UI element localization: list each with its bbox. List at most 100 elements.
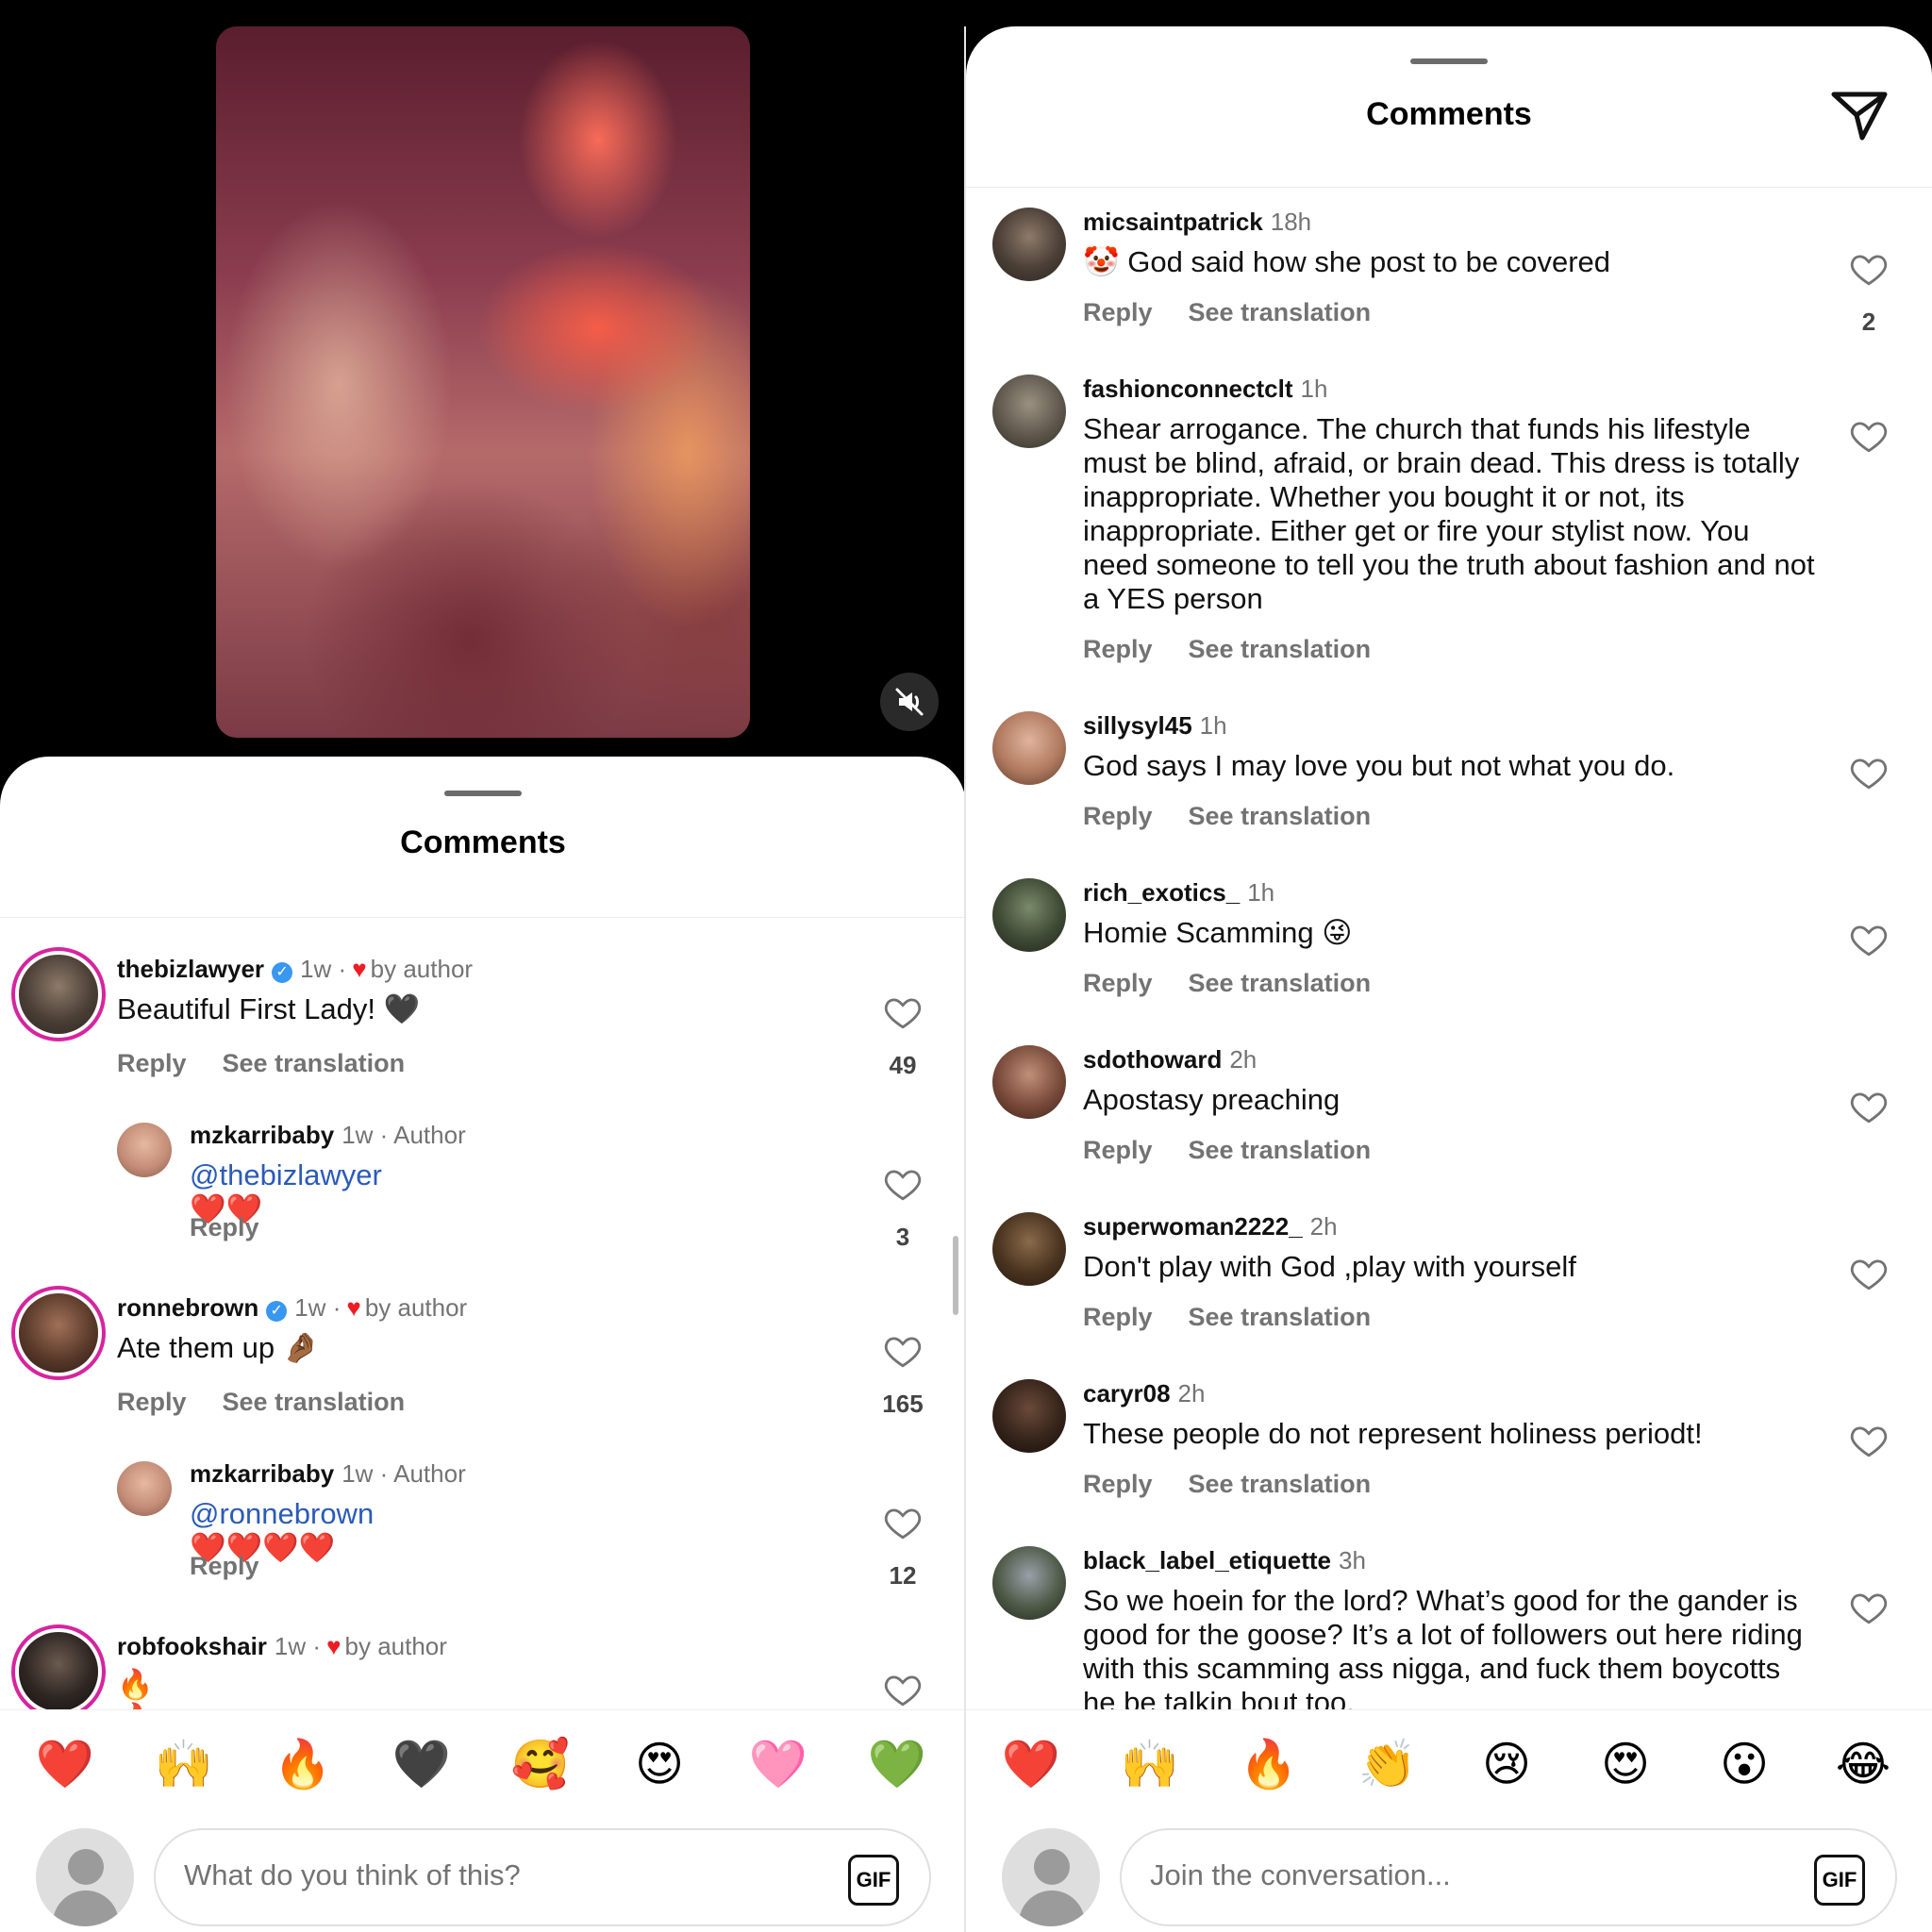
like-count: 165: [882, 1390, 924, 1418]
comment-composer-right: Join the conversation... GIF: [966, 1824, 1932, 1932]
timestamp: 1w: [294, 1293, 326, 1322]
verified-badge-icon: ✓: [272, 962, 293, 983]
username[interactable]: mzkarribaby: [190, 1121, 334, 1149]
emoji-button[interactable]: 🔥: [1238, 1733, 1300, 1795]
person-icon-body: [1019, 1890, 1085, 1926]
timestamp: 3h: [1339, 1546, 1366, 1574]
comment-actions: Reply: [190, 1213, 259, 1242]
reply-button[interactable]: Reply: [190, 1552, 259, 1580]
reply-button[interactable]: Reply: [117, 1049, 187, 1077]
liked-by-author: by author: [370, 955, 474, 983]
gif-button[interactable]: GIF: [848, 1855, 899, 1906]
heart-outline-icon[interactable]: [882, 1164, 924, 1204]
emoji-button[interactable]: ❤️: [1000, 1733, 1062, 1795]
person-icon-head: [1034, 1849, 1070, 1885]
drag-handle[interactable]: [444, 791, 522, 796]
author-tag: · Author: [379, 1459, 466, 1488]
author-heart-icon: ♥: [346, 1293, 361, 1322]
scrollbar[interactable]: [953, 1236, 958, 1315]
emoji-button[interactable]: 🔥: [272, 1733, 334, 1795]
emoji-bar-left: ❤️ 🙌 🔥 🖤 🥰 😍 🩷 💚: [0, 1709, 964, 1822]
avatar[interactable]: [19, 1632, 98, 1711]
emoji-bar-right: ❤️ 🙌 🔥 👏 😢 😍 😮 😂: [966, 1709, 1932, 1822]
input-placeholder: Join the conversation...: [1150, 1858, 1451, 1891]
liked-by-author: by author: [344, 1632, 447, 1660]
emoji-button[interactable]: 😢: [1475, 1733, 1538, 1795]
comment-text: Ate them up 🤌🏾: [117, 1331, 320, 1364]
person-icon-head: [68, 1849, 104, 1885]
comment-input[interactable]: What do you think of this? GIF: [154, 1828, 931, 1926]
avatar[interactable]: [19, 955, 98, 1034]
comment-header: mzkarribaby 1w · Author: [190, 1459, 466, 1489]
panel-divider: [964, 26, 966, 1932]
timestamp: 1w: [341, 1121, 374, 1149]
like-count: 12: [889, 1561, 917, 1590]
emoji-button[interactable]: 😍: [1594, 1733, 1657, 1795]
separator: ·: [338, 955, 347, 983]
comment-header: ronnebrown ✓ 1w · ♥ by author: [117, 1293, 467, 1323]
comment-input[interactable]: Join the conversation... GIF: [1120, 1828, 1897, 1926]
liked-by-author: by author: [364, 1293, 468, 1322]
heart-outline-icon[interactable]: [882, 1503, 924, 1542]
emoji-button[interactable]: 👏: [1357, 1733, 1419, 1795]
emoji-button[interactable]: 🩷: [747, 1733, 809, 1795]
mention-link[interactable]: @ronnebrown: [190, 1497, 374, 1530]
emoji-button[interactable]: 💚: [866, 1733, 928, 1795]
see-translation-button[interactable]: See translation: [223, 1388, 406, 1416]
emoji-button[interactable]: 🙌: [1119, 1733, 1181, 1795]
emoji-button[interactable]: 😍: [628, 1733, 691, 1795]
comment-text: So we hoein for the lord? What’s good fo…: [1083, 1584, 1803, 1709]
emoji-button[interactable]: 🙌: [153, 1733, 215, 1795]
comment-text: Beautiful First Lady! 🖤: [117, 992, 421, 1025]
username[interactable]: mzkarribaby: [190, 1459, 334, 1488]
see-translation-button[interactable]: See translation: [223, 1049, 406, 1077]
like-count: 49: [889, 1051, 917, 1079]
speaker-muted-icon: [895, 688, 924, 716]
emoji-button[interactable]: ❤️: [34, 1733, 96, 1795]
mention-link[interactable]: @thebizlawyer: [190, 1158, 382, 1191]
user-avatar[interactable]: [36, 1828, 134, 1926]
timestamp: 1w: [274, 1632, 307, 1660]
comment-header: black_label_etiquette 3h: [1083, 1546, 1366, 1575]
username[interactable]: ronnebrown: [117, 1293, 258, 1322]
input-placeholder: What do you think of this?: [184, 1858, 521, 1891]
comment-header: mzkarribaby 1w · Author: [190, 1121, 466, 1150]
divider: [0, 917, 966, 918]
comment-composer-left: What do you think of this? GIF: [0, 1824, 964, 1932]
reply-button[interactable]: Reply: [190, 1213, 259, 1241]
screenshot-collage: Comments thebizlawyer ✓ 1w · ♥ by author Bea…: [0, 0, 1932, 1932]
heart-outline-icon[interactable]: [1848, 1588, 1890, 1627]
emoji-button[interactable]: 🥰: [509, 1733, 572, 1795]
emoji-button[interactable]: 🖤: [391, 1733, 453, 1795]
emoji-button[interactable]: 😮: [1713, 1733, 1775, 1795]
heart-outline-icon[interactable]: [882, 992, 924, 1032]
comment-actions: Reply See translation: [117, 1049, 405, 1078]
verified-badge-icon: ✓: [266, 1301, 288, 1322]
author-heart-icon: ♥: [326, 1632, 341, 1660]
comment-actions: Reply See translation: [117, 1388, 405, 1417]
emoji-button[interactable]: 😂: [1832, 1733, 1894, 1795]
avatar[interactable]: [992, 1546, 1066, 1620]
avatar[interactable]: [117, 1461, 172, 1516]
comment-header: robfookshair 1w · ♥ by author: [117, 1632, 447, 1661]
author-heart-icon: ♥: [352, 955, 367, 983]
avatar[interactable]: [117, 1123, 172, 1177]
gif-button[interactable]: GIF: [1814, 1855, 1865, 1906]
separator: ·: [312, 1632, 322, 1660]
user-avatar[interactable]: [1002, 1828, 1100, 1926]
heart-outline-icon[interactable]: [882, 1670, 924, 1709]
timestamp: 1w: [341, 1459, 374, 1488]
username[interactable]: robfookshair: [117, 1632, 267, 1660]
video-player[interactable]: [216, 26, 750, 738]
comment-actions: Reply: [190, 1552, 259, 1581]
comment-item: black_label_etiquette 3h So we hoein for …: [966, 26, 1932, 1709]
person-icon-body: [53, 1890, 119, 1926]
username[interactable]: thebizlawyer: [117, 955, 264, 983]
mute-button[interactable]: [880, 673, 939, 731]
username[interactable]: black_label_etiquette: [1083, 1546, 1331, 1574]
avatar[interactable]: [19, 1293, 98, 1373]
comment-header: thebizlawyer ✓ 1w · ♥ by author: [117, 955, 473, 984]
heart-outline-icon[interactable]: [882, 1331, 924, 1371]
reply-button[interactable]: Reply: [117, 1388, 187, 1416]
author-tag: · Author: [379, 1121, 466, 1149]
